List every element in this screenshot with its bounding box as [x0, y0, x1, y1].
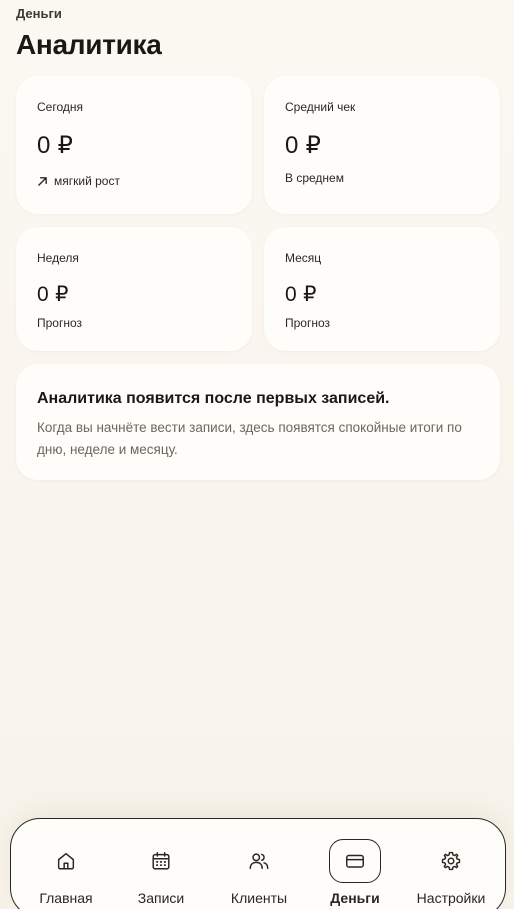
nav-item-money[interactable]: Деньги — [309, 839, 401, 909]
empty-state-card: Аналитика появится после первых записей.… — [16, 364, 500, 480]
stat-card-sub: Прогноз — [37, 316, 83, 330]
bottom-nav: Главная Записи Клиенты Деньги Настройки — [10, 818, 506, 909]
stat-card-label: Средний чек — [285, 100, 356, 114]
stat-card-value: 0 ₽ — [285, 132, 322, 159]
nav-label: Главная — [39, 890, 93, 906]
stat-card-trend: мягкий рост — [37, 174, 120, 188]
calendar-icon — [152, 852, 170, 870]
stat-card-value: 0 ₽ — [37, 283, 69, 306]
nav-label: Деньги — [330, 890, 380, 906]
home-icon — [57, 852, 75, 870]
header-overline: Деньги — [16, 6, 62, 21]
trend-up-icon — [38, 176, 47, 186]
nav-label: Записи — [137, 890, 185, 906]
users-icon — [249, 853, 269, 870]
wallet-card-icon — [346, 854, 364, 868]
nav-item-records[interactable]: Записи — [115, 839, 207, 909]
stat-card-sub: В среднем — [285, 171, 344, 185]
stat-card-label: Неделя — [37, 251, 79, 265]
empty-state-text: Когда вы начнёте вести записи, здесь поя… — [37, 420, 462, 457]
stat-card-label: Месяц — [285, 251, 322, 265]
page-title: Аналитика — [16, 29, 162, 60]
stat-card-week: Неделя 0 ₽ Прогноз — [16, 227, 252, 351]
nav-label: Клиенты — [230, 890, 288, 906]
stat-card-value: 0 ₽ — [37, 132, 74, 159]
nav-label: Настройки — [416, 890, 486, 906]
nav-item-clients[interactable]: Клиенты — [213, 839, 305, 909]
nav-item-settings[interactable]: Настройки — [405, 839, 497, 909]
stat-card-sub: Прогноз — [285, 316, 331, 330]
stat-card-today: Сегодня 0 ₽ мягкий рост — [16, 76, 252, 214]
gear-icon — [441, 851, 461, 871]
stat-card-sub: мягкий рост — [54, 174, 120, 188]
stat-card-average-check: Средний чек 0 ₽ В среднем — [264, 76, 500, 214]
stat-card-label: Сегодня — [37, 100, 83, 114]
stat-card-value: 0 ₽ — [285, 283, 317, 306]
stat-card-month: Месяц 0 ₽ Прогноз — [264, 227, 500, 351]
empty-state-title: Аналитика появится после первых записей. — [37, 390, 390, 407]
nav-item-home[interactable]: Главная — [20, 839, 112, 909]
